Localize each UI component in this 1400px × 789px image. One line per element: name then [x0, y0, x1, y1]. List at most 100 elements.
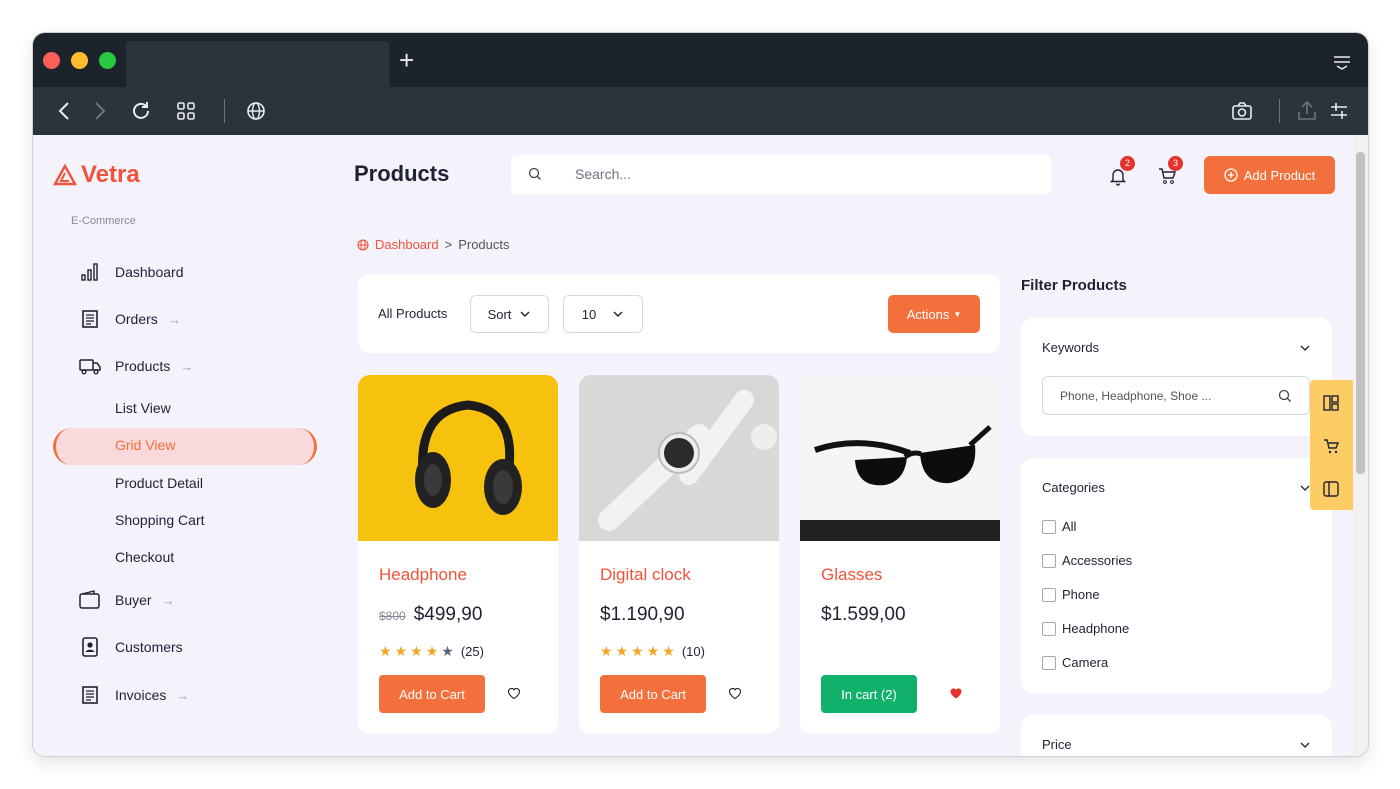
checkbox[interactable]	[1042, 655, 1056, 670]
sort-dropdown[interactable]: Sort	[470, 295, 549, 333]
minimize-window-button[interactable]	[71, 52, 88, 69]
product-price: $1.190,90	[600, 604, 685, 626]
nav-buyer[interactable]: Buyer →	[79, 588, 175, 612]
add-to-cart-button[interactable]: Add to Cart	[600, 675, 706, 713]
category-label: Camera	[1062, 655, 1109, 670]
subnav-grid-view[interactable]: Grid View	[115, 437, 175, 453]
chevron-down-icon[interactable]	[1299, 342, 1311, 354]
nav-label: Products	[115, 358, 171, 374]
category-camera[interactable]: Camera	[1042, 655, 1108, 670]
sort-label: Sort	[487, 306, 512, 322]
digital-clock-image	[579, 375, 779, 541]
product-card[interactable]: Headphone $800 $499,90 ★ ★ ★ ★ ★ (25) Add…	[358, 375, 558, 734]
nav-products[interactable]: Products →	[79, 354, 193, 378]
product-price: $800 $499,90	[379, 604, 482, 626]
nav-customers[interactable]: Customers	[79, 635, 183, 659]
product-card[interactable]: Glasses $1.599,00 In cart (2)	[800, 375, 1000, 734]
breadcrumb-dashboard-link[interactable]: Dashboard	[375, 237, 439, 252]
product-name[interactable]: Digital clock	[600, 565, 691, 585]
settings-sliders-icon[interactable]	[1327, 99, 1351, 123]
star-icon: ★	[379, 643, 392, 659]
subnav-grid-view-active[interactable]	[53, 428, 317, 465]
heart-filled-icon[interactable]	[948, 685, 964, 701]
plus-circle-icon	[1224, 168, 1238, 182]
add-product-button[interactable]: Add Product	[1204, 156, 1335, 194]
add-product-label: Add Product	[1243, 167, 1316, 183]
category-label: All	[1062, 519, 1077, 534]
category-label: Accessories	[1062, 553, 1133, 568]
add-to-cart-button[interactable]: Add to Cart	[379, 675, 485, 713]
chevron-down-icon[interactable]	[1299, 739, 1311, 751]
old-price: $800	[379, 609, 406, 623]
checkbox[interactable]	[1042, 553, 1056, 568]
receipt-icon	[82, 310, 98, 328]
actions-button[interactable]: Actions ▼	[888, 295, 980, 333]
nav-label: Invoices	[115, 687, 167, 703]
nav-dashboard[interactable]: Dashboard	[79, 260, 184, 284]
maximize-window-button[interactable]	[99, 52, 116, 69]
checkbox[interactable]	[1042, 519, 1056, 534]
subnav-product-detail[interactable]: Product Detail	[115, 475, 203, 491]
globe-icon	[357, 238, 369, 251]
sidebar-panel-icon[interactable]	[1322, 480, 1340, 498]
tab-menu-icon[interactable]	[1332, 51, 1352, 71]
tab-grid-icon[interactable]	[174, 99, 198, 123]
heart-outline-icon[interactable]	[727, 685, 743, 701]
cart-icon[interactable]	[1322, 437, 1340, 455]
vertical-scrollbar[interactable]	[1353, 135, 1368, 756]
product-name[interactable]: Glasses	[821, 565, 882, 585]
all-products-label: All Products	[378, 306, 448, 321]
star-icon: ★	[441, 643, 454, 659]
in-cart-button[interactable]: In cart (2)	[821, 675, 917, 713]
search-input[interactable]: Search...	[511, 155, 1051, 194]
nav-invoices[interactable]: Invoices →	[79, 683, 189, 707]
category-phone[interactable]: Phone	[1042, 587, 1100, 602]
heart-outline-icon[interactable]	[506, 685, 522, 701]
product-card[interactable]: Digital clock $1.190,90 ★ ★ ★ ★ ★ (10) A…	[579, 375, 779, 734]
back-icon[interactable]	[53, 99, 77, 123]
nav-label: Customers	[115, 639, 183, 655]
wallet-icon	[79, 590, 100, 609]
keywords-label: Keywords	[1042, 340, 1100, 355]
arrow-right-icon: →	[161, 592, 175, 608]
toolbar-divider	[224, 99, 225, 123]
star-icon: ★	[425, 643, 439, 659]
close-window-button[interactable]	[43, 52, 60, 69]
id-card-icon	[82, 637, 98, 657]
subnav-list-view[interactable]: List View	[115, 400, 171, 416]
star-icon: ★	[410, 643, 423, 659]
share-icon[interactable]	[1295, 99, 1319, 123]
browser-tab[interactable]	[126, 41, 389, 87]
category-accessories[interactable]: Accessories	[1042, 553, 1132, 568]
logo-icon	[53, 164, 77, 186]
tab-bar: +	[33, 33, 1368, 87]
brand-logo[interactable]: Vetra	[53, 161, 140, 189]
camera-icon[interactable]	[1230, 99, 1254, 123]
new-tab-button[interactable]: +	[399, 47, 414, 73]
subnav-shopping-cart[interactable]: Shopping Cart	[115, 512, 205, 528]
star-icon: ★	[600, 643, 613, 659]
categories-label: Categories	[1042, 480, 1105, 495]
price-panel: Price	[1021, 715, 1332, 756]
category-all[interactable]: All	[1042, 519, 1076, 534]
floating-tool-bar	[1310, 380, 1353, 510]
page-size-dropdown[interactable]: 10	[563, 295, 643, 333]
checkbox[interactable]	[1042, 621, 1056, 636]
globe-icon[interactable]	[244, 99, 268, 123]
invoice-icon	[82, 686, 98, 704]
subnav-checkout[interactable]: Checkout	[115, 549, 174, 565]
product-name[interactable]: Headphone	[379, 565, 467, 585]
star-icon: ★	[615, 643, 629, 659]
category-headphone[interactable]: Headphone	[1042, 621, 1129, 636]
nav-orders[interactable]: Orders →	[79, 307, 181, 331]
keywords-input[interactable]: Phone, Headphone, Shoe ...	[1042, 376, 1310, 415]
chevron-down-icon	[520, 311, 530, 317]
scrollbar-thumb[interactable]	[1356, 152, 1365, 474]
reload-icon[interactable]	[129, 99, 153, 123]
price-label: Price	[1042, 737, 1072, 752]
layout-icon[interactable]	[1322, 394, 1340, 412]
forward-icon[interactable]	[87, 99, 111, 123]
browser-window: + Vetra E-Commerce Dashboard Orders → Pr…	[33, 33, 1368, 756]
category-label: Phone	[1062, 587, 1100, 602]
checkbox[interactable]	[1042, 587, 1056, 602]
